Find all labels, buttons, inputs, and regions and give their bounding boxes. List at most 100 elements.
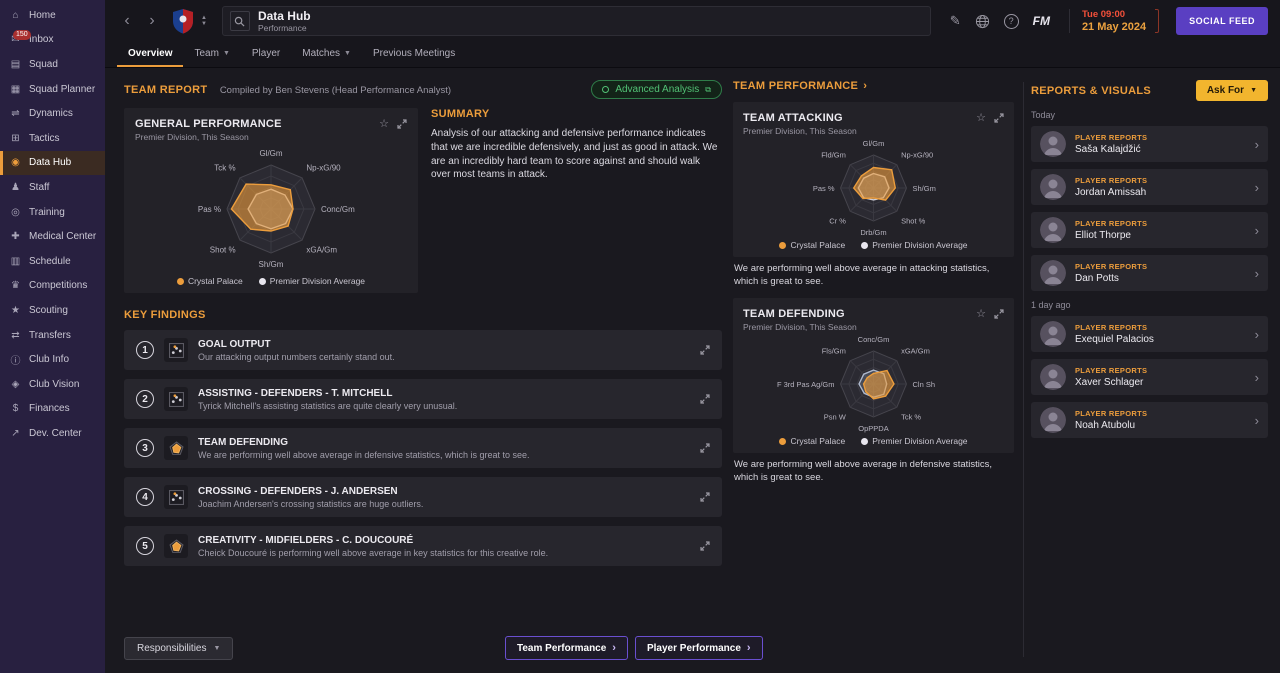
tab-label: Previous Meetings (372, 47, 456, 59)
sidebar-item-club-vision[interactable]: ◈ Club Vision (0, 372, 105, 397)
expand-icon[interactable] (700, 492, 710, 502)
player-name: Jordan Amissah (1075, 187, 1147, 198)
squad-icon: ▤ (10, 58, 21, 70)
chevron-right-icon: › (1254, 326, 1259, 342)
expand-icon[interactable] (994, 112, 1004, 123)
sidebar-item-label: Squad Planner (29, 83, 96, 95)
player-report-row[interactable]: PLAYER REPORTS Noah Atubolu › (1031, 402, 1268, 438)
expand-icon[interactable] (397, 118, 407, 129)
sidebar-item-data-hub[interactable]: ◉ Data Hub (0, 150, 105, 176)
player-report-row[interactable]: PLAYER REPORTS Elliot Thorpe › (1031, 212, 1268, 248)
edit-icon[interactable]: ✎ (950, 13, 961, 29)
sidebar-item-competitions[interactable]: ♛ Competitions (0, 274, 105, 299)
favorite-icon[interactable]: ☆ (976, 307, 986, 320)
sidebar-item-scouting[interactable]: ★ Scouting (0, 298, 105, 323)
tab-previous-meetings[interactable]: Previous Meetings (362, 41, 466, 67)
card-title: TEAM DEFENDING (743, 307, 845, 320)
player-report-row[interactable]: PLAYER REPORTS Exequiel Palacios › (1031, 316, 1268, 352)
sidebar-item-schedule[interactable]: ▥ Schedule (0, 249, 105, 274)
current-time: Tue 09:00 (1081, 9, 1126, 20)
player-report-row[interactable]: PLAYER REPORTS Xaver Schlager › (1031, 359, 1268, 395)
topbar-icons: ✎ ? FM (950, 13, 1050, 29)
sidebar-item-home[interactable]: ⌂ Home (0, 3, 105, 28)
continue-indicator[interactable] (1155, 9, 1160, 33)
club-cycle-buttons[interactable]: ▲ ▼ (201, 15, 207, 27)
tab-matches[interactable]: Matches ▼ (291, 41, 362, 67)
ask-for-button[interactable]: Ask For ▼ (1195, 80, 1268, 101)
sidebar-item-transfers[interactable]: ⇄ Transfers (0, 323, 105, 348)
sidebar-item-dynamics[interactable]: ⇌ Dynamics (0, 101, 105, 126)
tab-team[interactable]: Team ▼ (183, 41, 240, 67)
favorite-icon[interactable]: ☆ (976, 111, 986, 124)
player-report-row[interactable]: PLAYER REPORTS Jordan Amissah › (1031, 169, 1268, 205)
sidebar-item-dev-center[interactable]: ↗ Dev. Center (0, 421, 105, 446)
scatter-chart-icon (164, 387, 188, 411)
compiled-by: Compiled by Ben Stevens (Head Performanc… (219, 85, 452, 96)
sidebar-item-training[interactable]: ◎ Training (0, 200, 105, 225)
team-performance-link[interactable]: TEAM PERFORMANCE › (733, 80, 1014, 92)
sidebar-item-squad[interactable]: ▤ Squad (0, 52, 105, 77)
squad-planner-icon: ▦ (10, 83, 21, 95)
chevron-right-icon: › (1254, 412, 1259, 428)
social-feed-button[interactable]: SOCIAL FEED (1176, 7, 1268, 35)
sidebar-items: ⌂ Home ✉ Inbox 150 ▤ Squad ▦ Squad Planner ⇌ Dynam… (0, 3, 105, 446)
expand-icon[interactable] (994, 308, 1004, 319)
expand-icon[interactable] (700, 394, 710, 404)
svg-text:F 3rd Pas Ag/Gm: F 3rd Pas Ag/Gm (777, 380, 835, 389)
forward-button[interactable]: › (142, 10, 162, 32)
favorite-icon[interactable]: ☆ (379, 117, 389, 130)
sidebar-item-label: Finances (29, 403, 70, 415)
team-performance-header: TEAM PERFORMANCE (733, 80, 859, 92)
external-link-icon: ⧉ (705, 84, 711, 94)
back-button[interactable]: ‹ (117, 10, 137, 32)
card-subtitle: Premier Division, This Season (135, 132, 249, 142)
chevron-down-icon: ▼ (344, 49, 351, 57)
svg-text:Cln Sh: Cln Sh (913, 380, 936, 389)
key-finding-row[interactable]: 5 CREATIVITY - MIDFIELDERS - C. DOUCOURÉ C… (124, 526, 722, 566)
help-icon[interactable]: ? (1003, 13, 1019, 29)
sidebar-item-squad-planner[interactable]: ▦ Squad Planner (0, 77, 105, 102)
card-head: TEAM DEFENDING ☆ (743, 307, 1004, 320)
player-performance-button[interactable]: Player Performance › (634, 636, 763, 660)
report-type: PLAYER REPORTS (1075, 366, 1148, 375)
advanced-analysis-button[interactable]: Advanced Analysis ⧉ (591, 80, 722, 99)
team-performance-button[interactable]: Team Performance › (505, 636, 628, 660)
legend-item: Crystal Palace (779, 436, 845, 446)
report-text: PLAYER REPORTS Xaver Schlager (1075, 366, 1147, 388)
sidebar-item-medical-center[interactable]: ✚ Medical Center (0, 224, 105, 249)
key-finding-row[interactable]: 1 GOAL OUTPUT Our attacking output numbers… (124, 330, 722, 370)
sidebar-item-finances[interactable]: $ Finances (0, 397, 105, 422)
responsibilities-button[interactable]: Responsibilities ▼ (124, 637, 234, 660)
card-icons: ☆ (976, 111, 1004, 124)
finding-title: CROSSING - DEFENDERS - J. ANDERSEN (198, 485, 398, 497)
world-icon[interactable] (975, 14, 990, 29)
sidebar-item-label: Dynamics (29, 108, 73, 120)
title-widget[interactable]: Data Hub Performance (221, 6, 931, 36)
report-header-text: TEAM REPORT Compiled by Ben Stevens (Hea… (124, 80, 451, 98)
key-finding-row[interactable]: 3 TEAM DEFENDING We are performing well ab… (124, 428, 722, 468)
expand-icon[interactable] (700, 443, 710, 453)
scouting-icon: ★ (11, 304, 20, 316)
legend-label: Crystal Palace (187, 276, 243, 286)
sidebar-item-club-info[interactable]: ⓘ Club Info (0, 347, 105, 372)
player-report-row[interactable]: PLAYER REPORTS Dan Potts › (1031, 255, 1268, 291)
player-report-row[interactable]: PLAYER REPORTS Saša Kalajdžić › (1031, 126, 1268, 162)
search-icon[interactable] (229, 11, 250, 31)
legend-item: Premier Division Average (861, 436, 968, 446)
svg-text:Conc/Gm: Conc/Gm (858, 335, 890, 344)
tab-overview[interactable]: Overview (117, 41, 184, 67)
key-finding-row[interactable]: 2 ASSISTING - DEFENDERS - T. MITCHELL Tyri… (124, 379, 722, 419)
club-crest[interactable] (172, 8, 194, 34)
sidebar-item-inbox[interactable]: ✉ Inbox 150 (0, 28, 105, 53)
dynamics-icon: ⇌ (11, 108, 20, 120)
key-finding-row[interactable]: 4 CROSSING - DEFENDERS - J. ANDERSEN Joach… (124, 477, 722, 517)
sidebar-item-label: Club Info (29, 354, 70, 366)
sidebar-item-staff[interactable]: ♟ Staff (0, 175, 105, 200)
tab-player[interactable]: Player (241, 41, 291, 67)
expand-icon[interactable] (700, 345, 710, 355)
sidebar-item-tactics[interactable]: ⊞ Tactics (0, 126, 105, 151)
player-name: Noah Atubolu (1075, 420, 1136, 431)
expand-icon[interactable] (700, 541, 710, 551)
sidebar-item-label: Data Hub (29, 157, 72, 169)
responsibilities-label: Responsibilities (137, 643, 207, 654)
